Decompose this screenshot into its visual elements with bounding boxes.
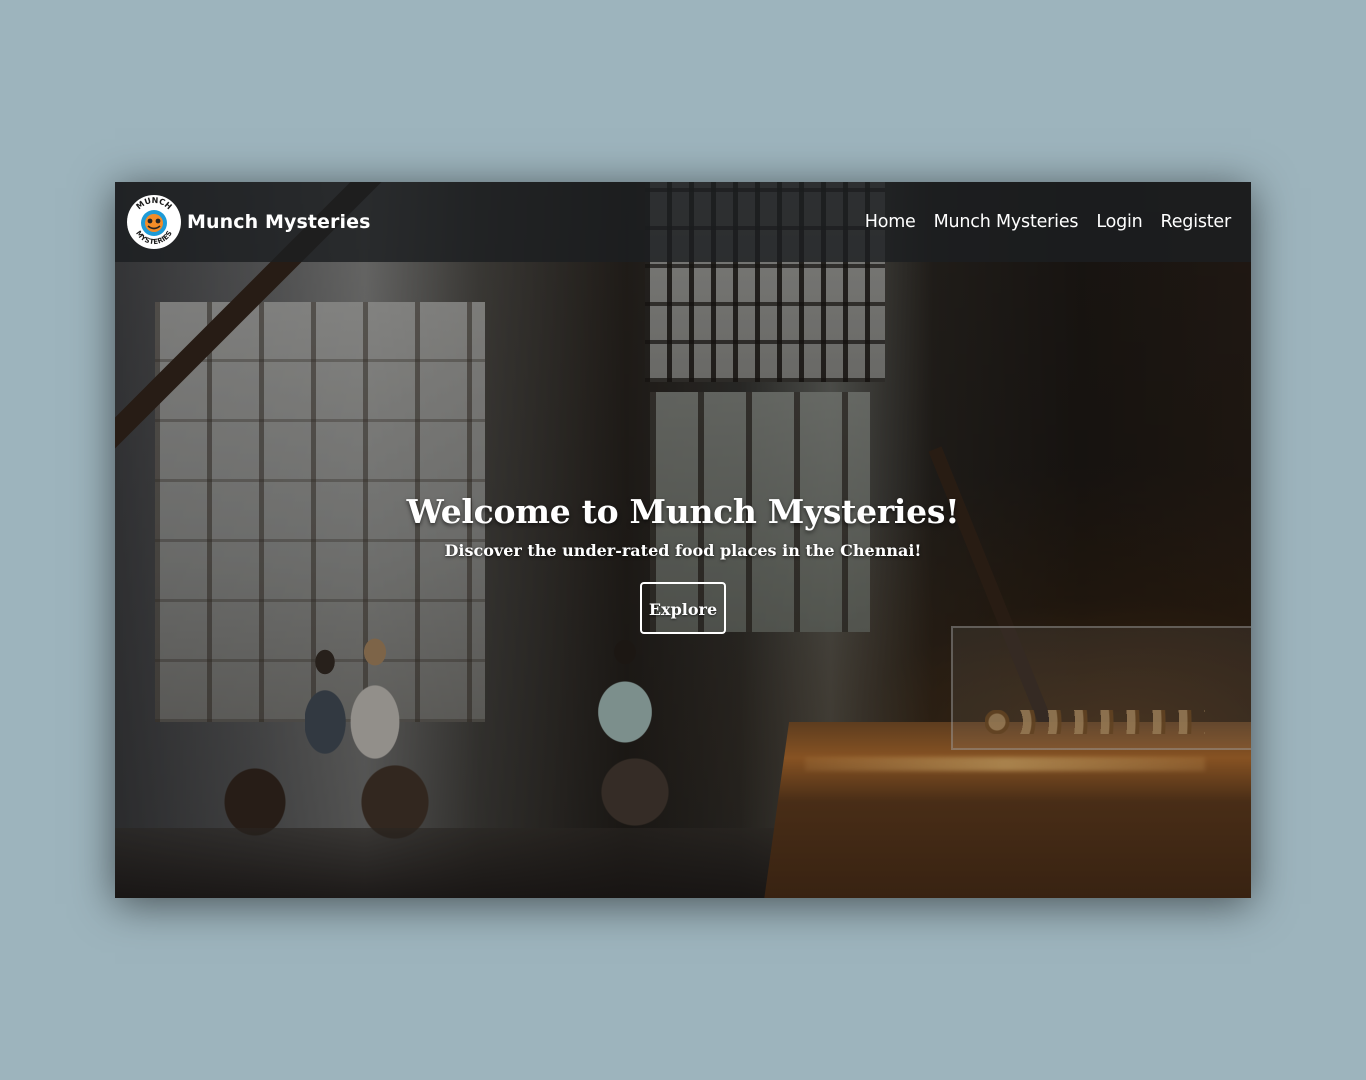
nav-link-munch-mysteries[interactable]: Munch Mysteries <box>934 212 1079 232</box>
navbar: MUNCH MYSTERIES Munch Mysteries Home Mun… <box>115 182 1251 262</box>
nav-link-login[interactable]: Login <box>1096 212 1142 232</box>
brand-link[interactable]: MUNCH MYSTERIES Munch Mysteries <box>127 195 371 249</box>
explore-button[interactable]: Explore <box>640 582 726 634</box>
munch-mysteries-logo-icon: MUNCH MYSTERIES <box>127 195 181 249</box>
nav-links: Home Munch Mysteries Login Register <box>865 212 1231 232</box>
nav-link-register[interactable]: Register <box>1161 212 1232 232</box>
hero-title: Welcome to Munch Mysteries! <box>406 492 960 531</box>
hero-section: Welcome to Munch Mysteries! Discover the… <box>115 492 1251 634</box>
hero-subtitle: Discover the under-rated food places in … <box>444 541 922 560</box>
nav-link-home[interactable]: Home <box>865 212 916 232</box>
brand-name: Munch Mysteries <box>187 211 371 233</box>
website-screenshot: MUNCH MYSTERIES Munch Mysteries Home Mun… <box>115 182 1251 898</box>
